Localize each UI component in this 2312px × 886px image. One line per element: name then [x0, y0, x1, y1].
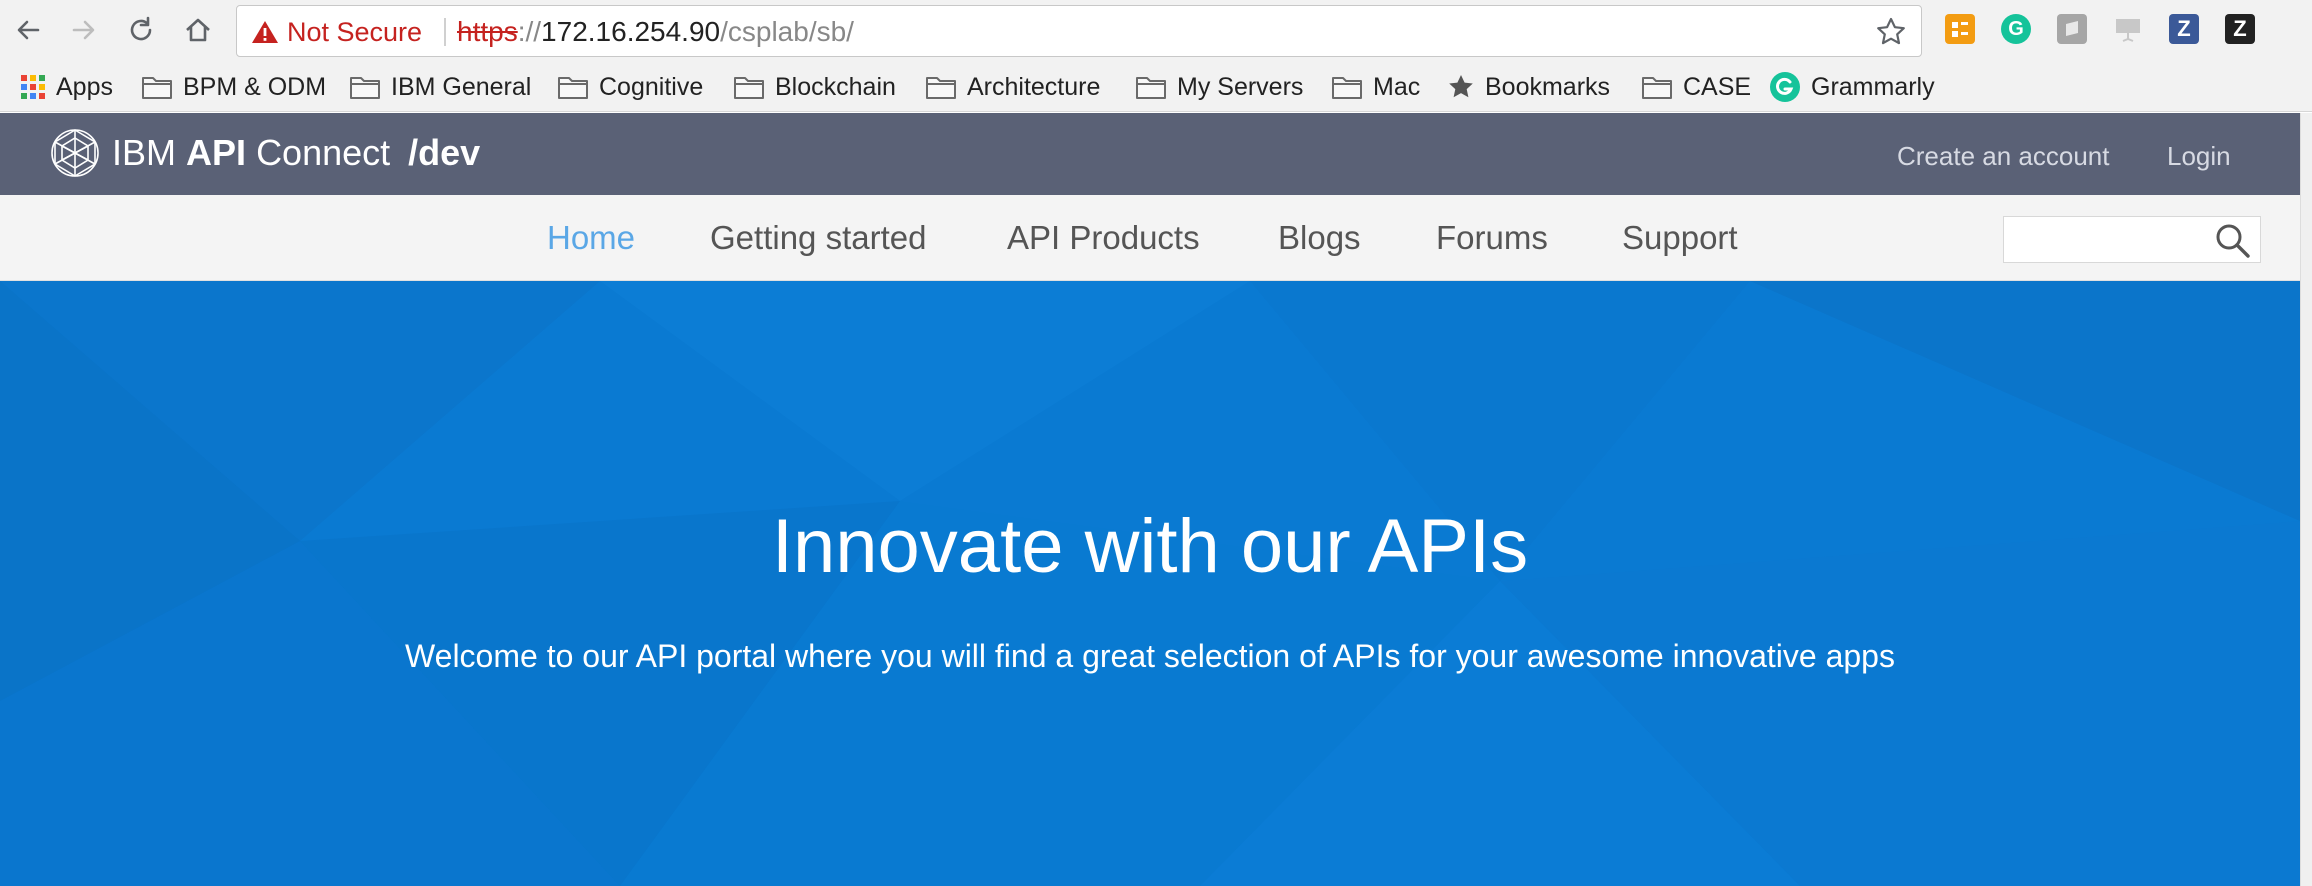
url-scheme: https [457, 16, 518, 47]
grammarly-icon [1770, 72, 1800, 102]
site-logo[interactable]: IBM API Connect /dev [48, 125, 480, 181]
forward-arrow-icon [72, 20, 95, 40]
bookmark-label: BPM & ODM [183, 72, 327, 101]
brand-ibm: IBM [112, 132, 177, 173]
nav-api-products[interactable]: API Products [1007, 219, 1200, 257]
bookmark-grammarly[interactable]: Grammarly [1769, 70, 1935, 104]
bookmark-label: CASE [1683, 72, 1752, 101]
bookmark-label: Architecture [967, 72, 1101, 101]
folder-icon [350, 77, 380, 99]
folder-icon [1642, 77, 1672, 99]
bookmarks-bar: Apps BPM & ODM IBM General Cognitive Blo… [0, 62, 2312, 112]
bookmark-folder-bpm-odm[interactable]: BPM & ODM [141, 70, 326, 104]
bookmark-label: IBM General [391, 72, 532, 101]
bookmark-label: My Servers [1177, 72, 1304, 101]
site-brand: IBM API Connect /dev [112, 132, 480, 174]
omnibox-separator [444, 18, 446, 46]
url-separator: :// [517, 16, 542, 47]
zotero-extension-icon[interactable]: Z [2169, 14, 2199, 44]
folder-icon [1332, 77, 1362, 99]
security-indicator[interactable]: Not Secure [251, 17, 422, 47]
presentation-extension-icon[interactable] [2113, 14, 2143, 44]
folder-icon [558, 77, 588, 99]
home-button[interactable] [176, 8, 220, 52]
folder-icon [734, 77, 764, 99]
bookmark-folder-case[interactable]: CASE [1641, 70, 1751, 104]
forward-button[interactable] [62, 8, 106, 52]
bookmark-folder-ibm-general[interactable]: IBM General [349, 70, 531, 104]
bookmark-label: Grammarly [1811, 72, 1935, 101]
nav-getting-started[interactable]: Getting started [710, 219, 926, 257]
search-box [2003, 216, 2261, 263]
site-header: IBM API Connect /dev Create an account L… [0, 113, 2300, 195]
star-icon [1449, 75, 1473, 98]
hero-subtitle: Welcome to our API portal where you will… [405, 638, 1895, 674]
folder-icon [142, 77, 172, 99]
main-navigation: Home Getting started API Products Blogs … [0, 195, 2300, 281]
security-label: Not Secure [287, 16, 423, 47]
bookmark-folder-architecture[interactable]: Architecture [925, 70, 1100, 104]
hero-banner: Innovate with our APIs Welcome to our AP… [0, 281, 2300, 886]
bookmark-label: Cognitive [599, 72, 704, 101]
back-arrow-icon [17, 20, 40, 40]
address-bar[interactable]: Not Secure https://172.16.254.90/csplab/… [236, 5, 1922, 57]
grammarly-extension-icon[interactable]: G [2001, 14, 2031, 44]
bookmark-label: Blockchain [775, 72, 896, 101]
bookmark-label: Mac [1373, 72, 1421, 101]
warning-triangle-icon [252, 21, 278, 43]
url-path: /csplab/sb/ [720, 16, 854, 47]
bookmark-folder-mac[interactable]: Mac [1331, 70, 1420, 104]
bookmark-apps[interactable]: Apps [20, 70, 113, 104]
bookmark-folder-my-servers[interactable]: My Servers [1135, 70, 1303, 104]
search-input[interactable] [2010, 223, 2210, 257]
back-button[interactable] [6, 8, 50, 52]
create-account-link[interactable]: Create an account [1897, 141, 2109, 172]
brand-api: API [186, 132, 247, 173]
url-host: 172.16.254.90 [541, 16, 721, 47]
browser-toolbar: Not Secure https://172.16.254.90/csplab/… [0, 0, 2312, 62]
apps-grid-icon [21, 75, 45, 99]
folder-icon [1136, 77, 1166, 99]
search-icon[interactable] [2214, 222, 2252, 260]
bookmark-label: Bookmarks [1485, 72, 1611, 101]
page-scrollbar[interactable] [2300, 113, 2312, 886]
reload-button[interactable] [119, 8, 163, 52]
url-text[interactable]: https://172.16.254.90/csplab/sb/ [457, 17, 854, 47]
nav-home[interactable]: Home [547, 219, 635, 257]
reload-icon [130, 16, 152, 41]
brand-env: /dev [408, 132, 481, 173]
login-link[interactable]: Login [2167, 141, 2231, 172]
bookmark-folder-blockchain[interactable]: Blockchain [733, 70, 896, 104]
bookmark-folder-cognitive[interactable]: Cognitive [557, 70, 703, 104]
bookmark-folder-bookmarks[interactable]: Bookmarks [1447, 70, 1610, 104]
nav-forums[interactable]: Forums [1436, 219, 1548, 257]
z-extension-icon[interactable]: Z [2225, 14, 2255, 44]
nav-blogs[interactable]: Blogs [1278, 219, 1361, 257]
shield-extension-icon[interactable] [2057, 14, 2087, 44]
bookmark-star-icon[interactable] [1875, 16, 1907, 48]
nav-support[interactable]: Support [1622, 219, 1738, 257]
ibm-globe-logo-icon [51, 129, 99, 177]
hero-title: Innovate with our APIs [771, 504, 1529, 589]
brand-connect: Connect [256, 132, 391, 173]
tasks-extension-icon[interactable] [1945, 14, 1975, 44]
home-icon [186, 18, 210, 42]
folder-icon [926, 77, 956, 99]
bookmark-label: Apps [56, 72, 113, 101]
